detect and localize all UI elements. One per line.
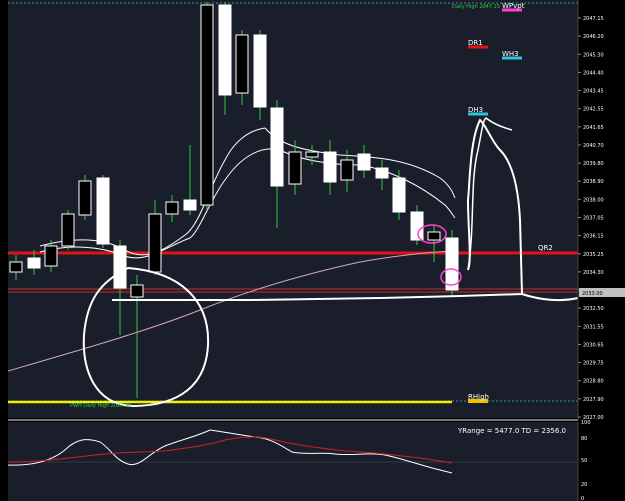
qr2-label: QR2	[538, 244, 553, 252]
osc-tick-label: 50	[581, 458, 587, 464]
price-tick-label: 2043.45	[583, 89, 604, 95]
price-tick-label: 2030.65	[583, 342, 604, 348]
rhigh-label: RHigh	[468, 393, 489, 401]
candle	[410, 211, 424, 241]
bottom-note: PWH Daily High 2027.90	[70, 403, 131, 409]
price-tick-label: 2046.20	[583, 34, 604, 40]
wpvpt-label: WPvpt	[502, 2, 525, 10]
price-tick-label: 2036.15	[583, 234, 604, 240]
price-tick-label: 2032.50	[583, 306, 604, 312]
price-tick-label: 2040.70	[583, 143, 604, 149]
candle	[323, 151, 337, 183]
candle	[392, 177, 406, 213]
candle	[375, 167, 389, 179]
candle	[9, 261, 23, 273]
price-tick-label: 2031.55	[583, 324, 604, 330]
osc-tick-label: 80	[581, 436, 587, 442]
candle	[27, 257, 41, 269]
candle	[130, 284, 144, 298]
price-tick-label: 2034.30	[583, 270, 604, 276]
candle	[183, 199, 197, 211]
candle	[445, 237, 459, 291]
candle	[235, 34, 249, 94]
dh3-label: DH3	[468, 106, 483, 114]
candle	[357, 153, 371, 171]
price-tick-label: 2029.75	[583, 361, 604, 367]
candle	[44, 245, 58, 267]
osc-tick-label: 20	[581, 482, 587, 488]
candle	[340, 159, 354, 181]
candle	[113, 245, 127, 289]
price-tick-label: 2038.90	[583, 179, 604, 185]
candle	[200, 4, 214, 206]
candle	[61, 213, 75, 247]
osc-tick-label: 100	[581, 420, 591, 426]
current-price-label: 2033.00	[582, 291, 603, 297]
candle	[270, 107, 284, 187]
top-note: Daily High 2047.15	[452, 4, 500, 10]
candle	[148, 213, 162, 273]
price-pane	[8, 0, 578, 418]
price-tick-label: 2041.65	[583, 125, 604, 131]
price-tick-label: 2037.05	[583, 216, 604, 222]
osc-tick-label: 0	[581, 496, 584, 501]
candle	[165, 201, 179, 215]
chart-window: DR1 WH3 DH3 WPvpt QR2 RHigh Daily High 2…	[0, 0, 625, 501]
price-tick-label: 2047.15	[583, 16, 604, 22]
candle	[305, 151, 319, 158]
price-chart[interactable]: DR1 WH3 DH3 WPvpt QR2 RHigh Daily High 2…	[0, 0, 625, 501]
candle	[253, 34, 267, 108]
price-tick-label: 2044.40	[583, 70, 604, 76]
price-tick-label: 2027.90	[583, 397, 604, 403]
oscillator-readout: YRange = 5477.0 TD = 2356.0	[457, 427, 566, 435]
price-tick-label: 2028.80	[583, 379, 604, 385]
wh3-label: WH3	[502, 50, 519, 58]
price-tick-label: 2039.80	[583, 161, 604, 167]
candle	[427, 231, 441, 241]
candle	[78, 180, 92, 216]
candle	[96, 177, 110, 245]
dr1-label: DR1	[468, 39, 483, 47]
price-tick-label: 2035.25	[583, 252, 604, 258]
candle	[218, 4, 232, 96]
price-tick-label: 2042.55	[583, 107, 604, 113]
price-tick-label: 2038.00	[583, 197, 604, 203]
price-tick-label: 2045.30	[583, 52, 604, 58]
candle	[288, 151, 302, 185]
